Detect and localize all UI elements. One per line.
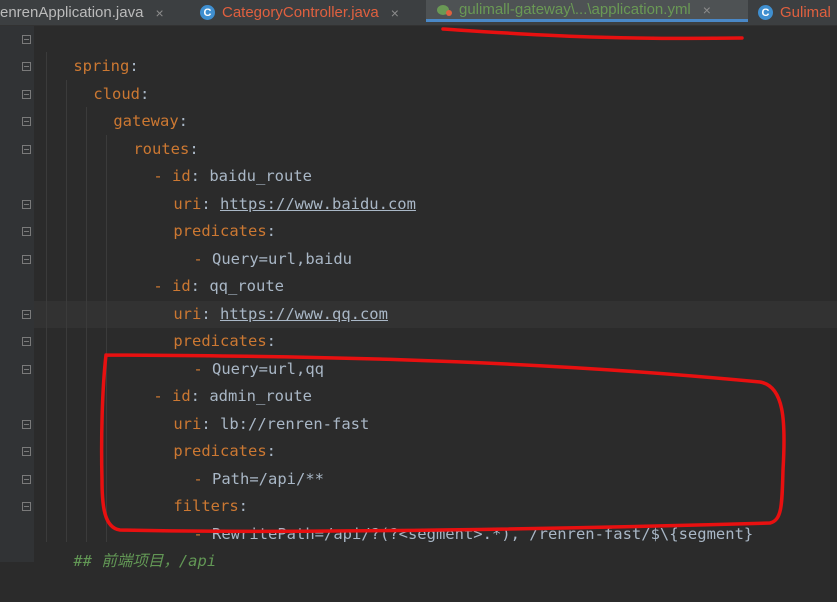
tab-label: Gulimal [780,4,831,21]
code-line: predicates: [136,301,276,350]
fold-marker-icon[interactable] [22,62,31,71]
fold-marker-icon[interactable] [22,35,31,44]
fold-marker-icon[interactable] [22,310,31,319]
spring-leaf-icon [436,2,453,17]
fold-marker-icon[interactable] [22,475,31,484]
close-icon[interactable]: × [391,5,399,21]
indent-guide [86,107,87,542]
class-c-icon: C [200,5,215,20]
fold-marker-icon[interactable] [22,420,31,429]
tab-label: enrenApplication.java [0,4,144,21]
indent-guide [66,80,67,542]
fold-marker-icon[interactable] [22,502,31,511]
code-line: - id: admin_route [116,356,312,405]
class-c-icon: C [758,5,773,20]
tab-gulimall[interactable]: C Gulimal [758,0,831,25]
fold-marker-icon[interactable] [22,145,31,154]
code-line: uri: lb://renren-fast [136,384,369,433]
tab-category-controller[interactable]: C CategoryController.java × [200,0,399,25]
fold-marker-icon[interactable] [22,337,31,346]
yaml-value: RewritePath=/api/?(?<segment>.*), /renre… [212,525,754,543]
tab-underline-annotation [441,27,744,41]
code-line: predicates: [136,191,276,240]
code-line: ## 前端项目，/api [36,521,216,570]
indent-guide [106,135,107,542]
yaml-comment: ## 前端项目，/api [73,552,217,570]
editor-tab-bar: enrenApplication.java × C CategoryContro… [0,0,837,26]
tab-renren-application[interactable]: enrenApplication.java × [0,0,164,25]
code-line: - Query=url,qq [156,329,324,378]
code-line: gateway: [76,81,188,130]
code-line: - Query=url,baidu [156,219,352,268]
fold-marker-icon[interactable] [22,447,31,456]
tab-application-yml[interactable]: gulimall-gateway\...\application.yml × [426,0,748,22]
tab-label: CategoryController.java [222,4,379,21]
code-line: predicates: [136,411,276,460]
code-line: cloud: [56,54,149,103]
code-line: spring: [36,26,138,75]
fold-marker-icon[interactable] [22,117,31,126]
code-line: uri: https://www.baidu.com [136,164,416,213]
fold-marker-icon[interactable] [22,90,31,99]
fold-marker-icon[interactable] [22,227,31,236]
code-line: filters: [136,466,248,515]
close-icon[interactable]: × [155,5,163,21]
tab-label: gulimall-gateway\...\application.yml [459,1,691,18]
fold-marker-icon[interactable] [22,200,31,209]
code-line: - id: qq_route [116,246,284,295]
close-icon[interactable]: × [703,2,711,18]
fold-marker-icon[interactable] [22,255,31,264]
code-line: uri: https://www.qq.com [136,274,388,323]
fold-marker-icon[interactable] [22,365,31,374]
code-line: - Path=/api/** [156,439,324,488]
code-line: - id: baidu_route [116,136,312,185]
code-line: - RewritePath=/api/?(?<segment>.*), /ren… [156,494,753,543]
code-line: routes: [96,109,198,158]
indent-guide [46,52,47,542]
